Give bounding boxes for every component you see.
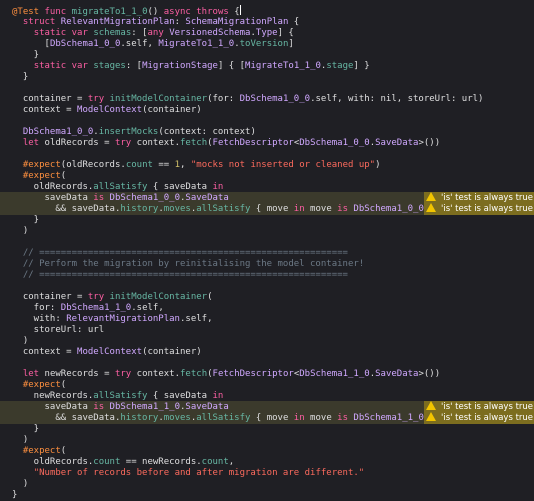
warning-message: 'is' test is always true (441, 204, 534, 214)
code-line-text: } (12, 490, 18, 500)
warning-message: 'is' test is always true (441, 413, 534, 423)
warning-message: 'is' test is always true (441, 402, 534, 412)
warning-icon (426, 203, 436, 212)
code-line[interactable]: } (0, 489, 534, 501)
warning-icon (426, 401, 436, 410)
text-cursor (239, 5, 241, 15)
warning-message: 'is' test is always true (441, 193, 534, 203)
code-editor[interactable]: @Test func migrateTo1_1_0() async throws… (0, 0, 534, 500)
warning-icon (426, 192, 436, 201)
warning-icon (426, 412, 436, 421)
